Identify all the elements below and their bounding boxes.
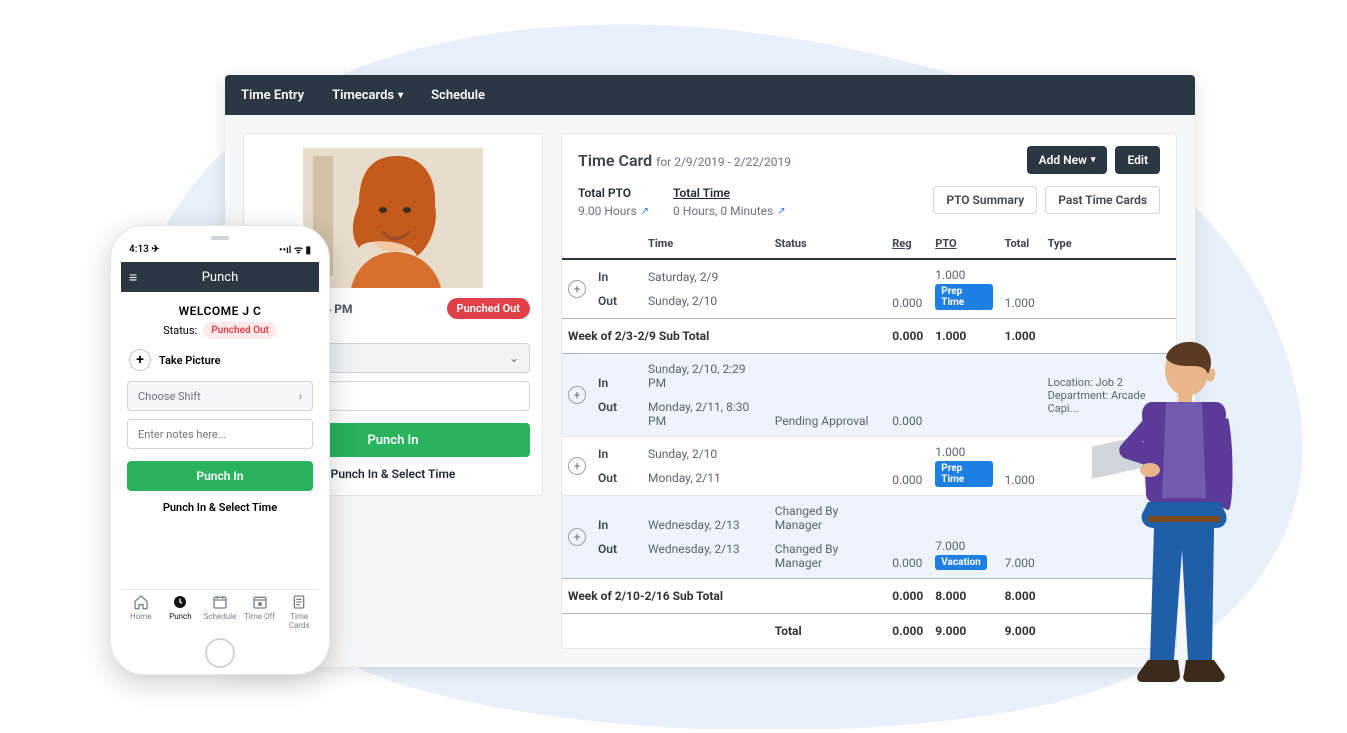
col-type: Type [1042, 229, 1176, 259]
table-row: + InOut Wednesday, 2/13Wednesday, 2/13 C… [562, 496, 1176, 579]
expand-row-icon[interactable]: + [568, 457, 586, 475]
profile-photo [303, 148, 483, 288]
col-status: Status [769, 229, 886, 259]
desktop-window: Time Entry Timecards▾ Schedule e was 3:0… [225, 75, 1195, 667]
past-timecards-button[interactable]: Past Time Cards [1045, 186, 1160, 214]
status-pill-phone: Punched Out [203, 322, 277, 339]
phone-header-title: Punch [202, 270, 239, 285]
timecard-title: Time Card for 2/9/2019 - 2/22/2019 [578, 151, 791, 170]
phone-mockup: 4:13 ✈ ••ıl ᯤ ▮ ≡ Punch WELCOME J C Stat… [110, 225, 330, 675]
external-link-icon[interactable]: ↗ [641, 206, 649, 217]
tab-home[interactable]: Home [121, 590, 161, 634]
notes-input-phone[interactable] [127, 419, 313, 449]
nav-time-entry[interactable]: Time Entry [241, 88, 304, 103]
take-picture-label: Take Picture [159, 354, 221, 367]
phone-notch [211, 236, 229, 240]
tab-punch[interactable]: Punch [161, 590, 201, 634]
take-picture-button[interactable]: + [129, 349, 151, 371]
tab-timeoff[interactable]: Time Off [240, 590, 280, 634]
total-pto-block: Total PTO 9.00 Hours↗ [578, 186, 649, 219]
col-time: Time [642, 229, 769, 259]
expand-row-icon[interactable]: + [568, 386, 586, 404]
pto-badge: Prep Time [935, 284, 992, 310]
timecard-table: Time Status Reg PTO Total Type + [562, 229, 1176, 648]
expand-row-icon[interactable]: + [568, 280, 586, 298]
phone-statusbar: 4:13 ✈ ••ıl ᯤ ▮ [121, 242, 319, 256]
table-row: + In Out Saturday, 2/9 Sunday, 2/10 0.00… [562, 259, 1176, 319]
nav-timecards-label: Timecards [332, 88, 394, 103]
table-row: + InOut Sunday, 2/10Monday, 2/11 0.000 1… [562, 437, 1176, 496]
signal-icons: ••ıl ᯤ ▮ [279, 242, 311, 256]
col-reg[interactable]: Reg [886, 229, 929, 259]
pto-summary-button[interactable]: PTO Summary [933, 186, 1037, 214]
punch-in-select-time-phone[interactable]: Punch In & Select Time [127, 501, 313, 514]
phone-tabbar: Home Punch Schedule Time Off Time Cards [121, 589, 319, 634]
pto-badge: Prep Time [935, 461, 992, 487]
subtotal-row: Week of 2/3-2/9 Sub Total 0.000 1.000 1.… [562, 319, 1176, 354]
nav-timecards[interactable]: Timecards ▾ [332, 88, 403, 103]
total-time-block: Total Time 0 Hours, 0 Minutes↗ [673, 186, 786, 219]
phone-home-button[interactable] [205, 638, 235, 668]
external-link-icon[interactable]: ↗ [777, 206, 785, 217]
nav-schedule[interactable]: Schedule [431, 88, 485, 103]
hamburger-icon[interactable]: ≡ [129, 269, 137, 286]
expand-row-icon[interactable]: + [568, 528, 586, 546]
grand-total-row: Total 0.000 9.000 9.000 [562, 614, 1176, 649]
timecard-panel: Time Card for 2/9/2019 - 2/22/2019 Add N… [561, 133, 1177, 649]
chevron-right-icon: › [299, 390, 302, 403]
col-total: Total [999, 229, 1042, 259]
person-illustration [1092, 330, 1252, 704]
status-line: Status: Punched Out [127, 322, 313, 339]
welcome-text: WELCOME J C [127, 304, 313, 318]
top-nav: Time Entry Timecards ▾ Schedule [225, 75, 1195, 115]
status-pill-desktop: Punched Out [447, 298, 530, 319]
table-row: + InOut Sunday, 2/10, 2:29 PMMonday, 2/1… [562, 354, 1176, 437]
phone-header: ≡ Punch [121, 262, 319, 292]
tab-timecards[interactable]: Time Cards [279, 590, 319, 634]
punch-in-button-phone[interactable]: Punch In [127, 461, 313, 491]
edit-button[interactable]: Edit [1115, 146, 1160, 174]
pto-badge: Vacation [935, 555, 987, 570]
chevron-down-icon: ⌄ [509, 351, 519, 365]
chevron-down-icon: ▾ [1091, 155, 1096, 165]
col-pto[interactable]: PTO [929, 229, 998, 259]
chevron-down-icon: ▾ [398, 90, 403, 101]
add-new-button[interactable]: Add New▾ [1027, 146, 1108, 174]
choose-shift-select[interactable]: Choose Shift› [127, 381, 313, 411]
subtotal-row: Week of 2/10-2/16 Sub Total 0.000 8.000 … [562, 579, 1176, 614]
tab-schedule[interactable]: Schedule [200, 590, 240, 634]
